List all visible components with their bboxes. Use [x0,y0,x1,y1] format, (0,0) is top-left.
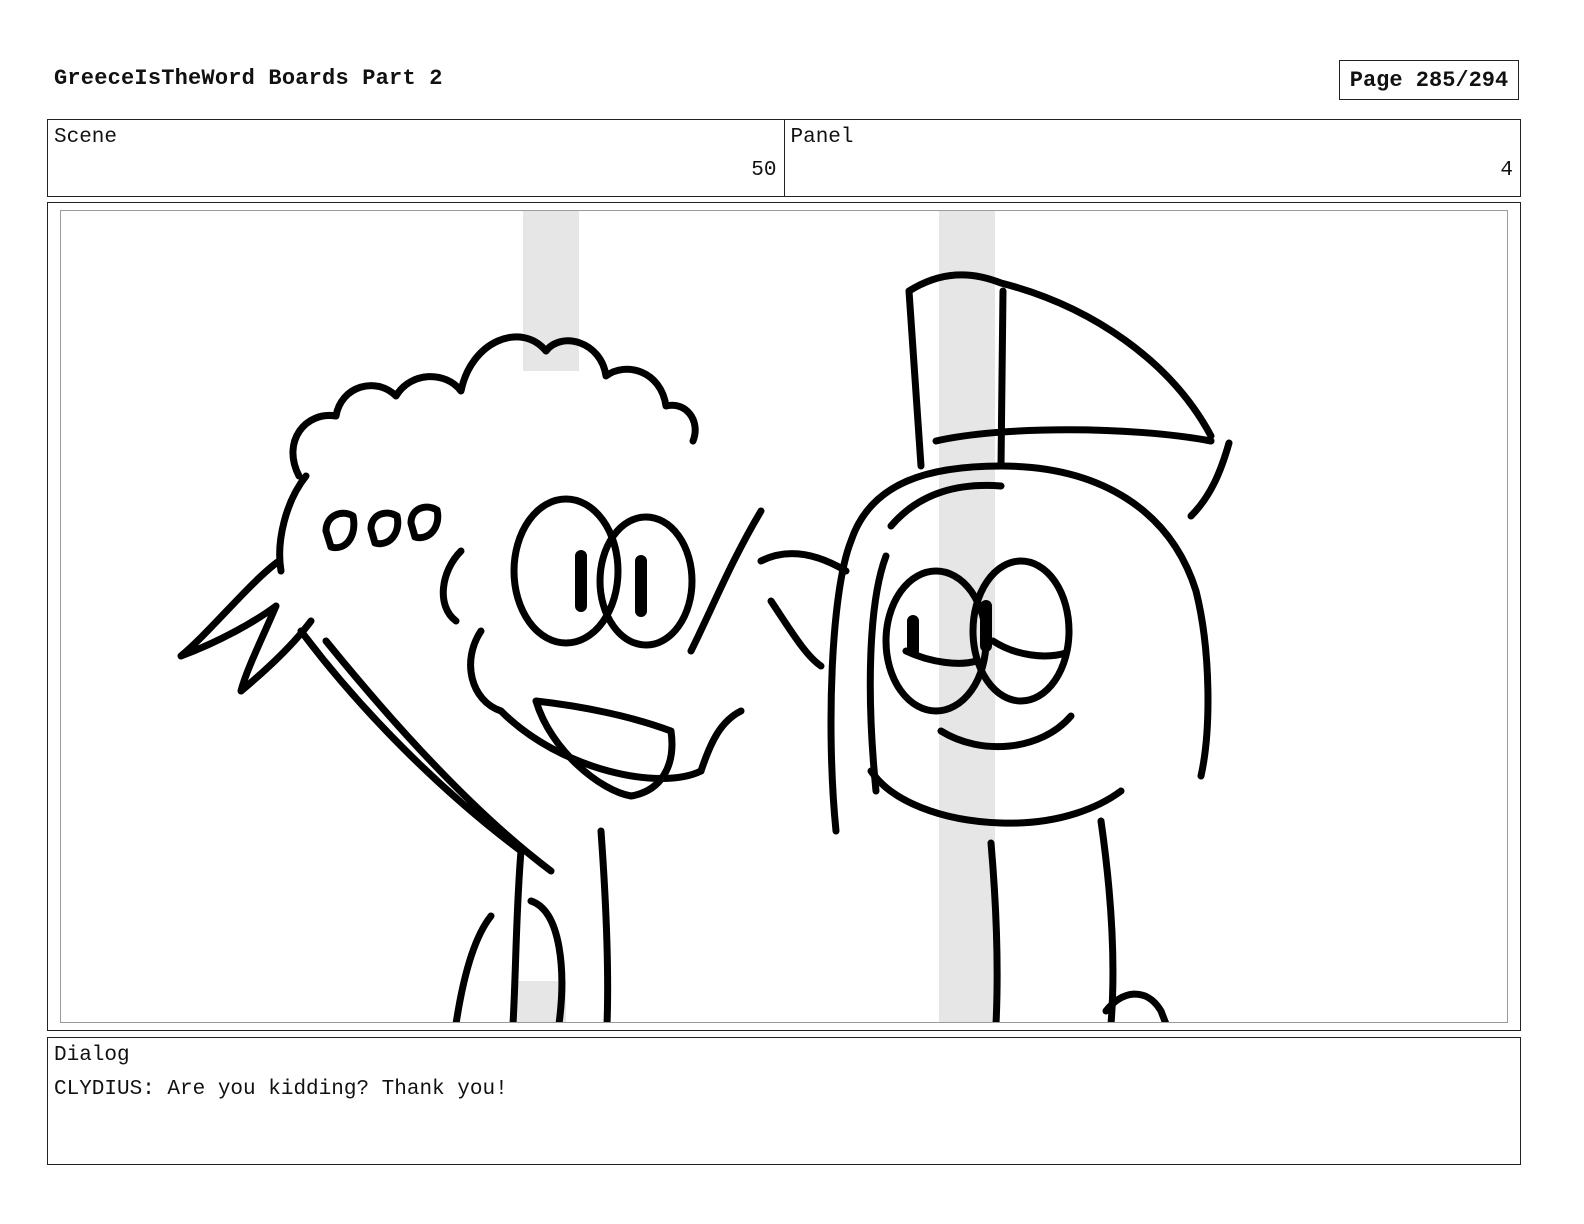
scene-number: 50 [751,159,777,182]
hair-tuft-left [177,472,315,695]
left-arm-diagonal [297,627,555,875]
left-face-outline [439,547,705,782]
right-face-jaw [867,767,1125,827]
dialog-text: CLYDIUS: Are you kidding? Thank you! [54,1078,508,1101]
scene-label: Scene [54,126,118,149]
storyboard-panel-frame [47,202,1521,1031]
panel-label: Panel [790,126,854,149]
scene-cell: Scene 50 [48,120,784,196]
scene-panel-header: Scene 50 Panel 4 [47,119,1521,197]
storyboard-panel-image [60,210,1508,1023]
document-title: GreeceIsTheWord Boards Part 2 [54,66,443,91]
hair-curls [322,503,442,552]
dialog-label: Dialog [54,1044,130,1067]
panel-cell: Panel 4 [783,120,1521,196]
page-number-box: Page 285/294 [1339,60,1519,100]
background-guides [516,211,995,1022]
helmet-crest-tip [1187,439,1233,520]
storyboard-sketch-drawing [177,211,1233,1022]
right-body [987,817,1117,1022]
page-number: Page 285/294 [1349,67,1509,93]
dialog-box: Dialog CLYDIUS: Are you kidding? Thank y… [47,1037,1521,1165]
left-raised-arm [687,507,765,775]
character-left-clydius [177,333,850,1022]
character-right-soldier [827,271,1233,1022]
hair-outline [289,333,699,480]
panel-number: 4 [1500,159,1513,182]
